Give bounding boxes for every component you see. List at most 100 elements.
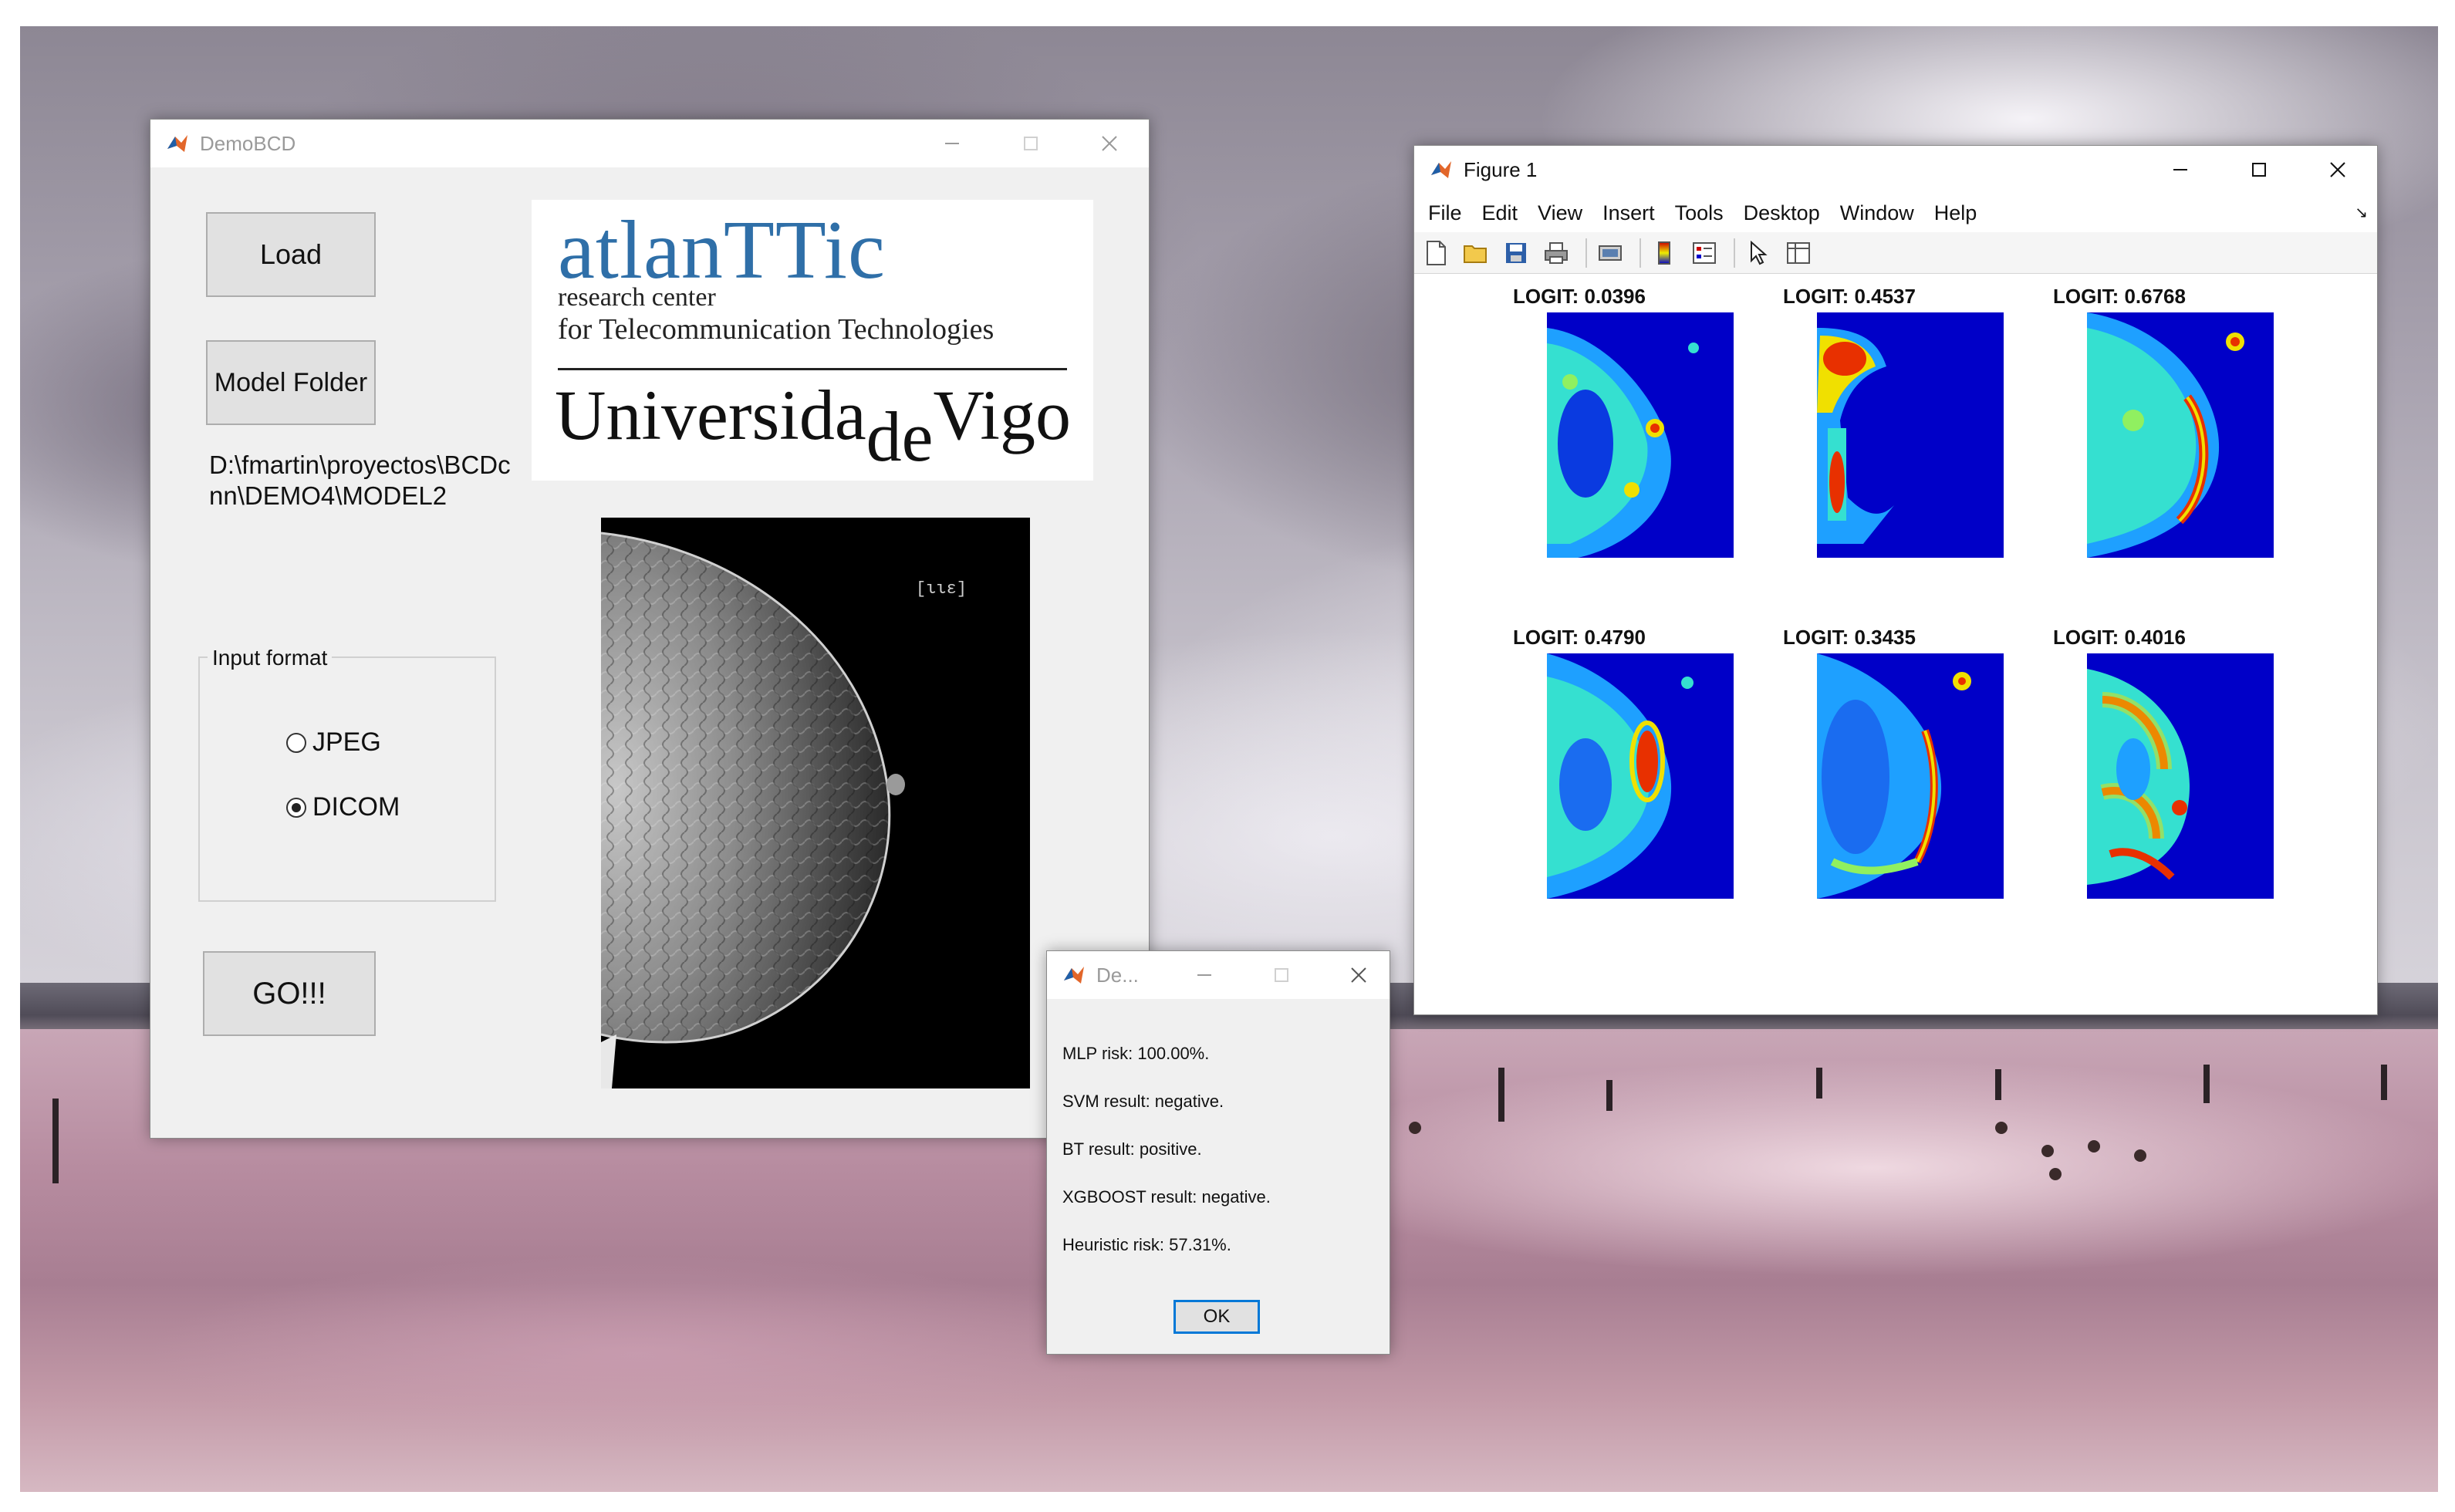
- figure-titlebar[interactable]: Figure 1: [1414, 146, 2377, 194]
- wallpaper-post: [1995, 1069, 2001, 1100]
- toolbar-separator: [1585, 238, 1587, 268]
- property-editor-icon[interactable]: [1781, 236, 1815, 270]
- heatmap-3: [2087, 312, 2274, 558]
- menu-tools[interactable]: Tools: [1675, 201, 1724, 225]
- input-format-legend: Input format: [208, 646, 333, 670]
- menu-file[interactable]: File: [1428, 201, 1462, 225]
- colorbar-icon[interactable]: [1647, 236, 1681, 270]
- mlp-risk-text: MLP risk: 100.00%.: [1062, 1044, 1210, 1063]
- wallpaper-post: [2381, 1065, 2387, 1100]
- menu-window[interactable]: Window: [1840, 201, 1914, 225]
- wallpaper-swimmer: [2134, 1149, 2146, 1162]
- save-icon[interactable]: [1499, 236, 1533, 270]
- minimize-button[interactable]: [1166, 951, 1243, 999]
- go-button[interactable]: GO!!!: [203, 951, 376, 1036]
- figure-menubar: File Edit View Insert Tools Desktop Wind…: [1414, 194, 2377, 232]
- logo-divider: [558, 368, 1067, 370]
- radio-circle[interactable]: [286, 732, 306, 753]
- logo-telecom: for Telecommunication Technologies: [558, 313, 994, 346]
- radio-jpeg[interactable]: JPEG: [286, 727, 381, 758]
- xgboost-result-text: XGBOOST result: negative.: [1062, 1187, 1271, 1207]
- wallpaper-post: [52, 1099, 59, 1183]
- matlab-icon: [1430, 158, 1453, 181]
- close-button[interactable]: [1070, 120, 1149, 167]
- figure-toolbar: [1414, 232, 2377, 274]
- heatmap-title: LOGIT: 0.0396: [1513, 285, 1646, 308]
- dialog-titlebar[interactable]: De...: [1047, 951, 1390, 999]
- window-title: DemoBCD: [200, 131, 296, 155]
- wallpaper-swimmer: [1409, 1122, 1421, 1134]
- heatmap-1: [1547, 312, 1734, 558]
- logo-uni-b: Vigo: [933, 376, 1071, 454]
- menu-help[interactable]: Help: [1934, 201, 1977, 225]
- matlab-icon: [166, 132, 189, 155]
- load-button[interactable]: Load: [206, 212, 376, 297]
- wallpaper-swimmer: [2041, 1145, 2054, 1157]
- toolbar-separator: [1639, 238, 1641, 268]
- results-dialog: De... MLP risk: 100.00%. SVM result: neg…: [1046, 950, 1390, 1355]
- minimize-button[interactable]: [913, 120, 991, 167]
- logo-university: UniversidadeVigo: [555, 374, 1071, 476]
- heatmap-6: [2087, 653, 2274, 899]
- wallpaper-post: [1498, 1068, 1504, 1122]
- close-button[interactable]: [1320, 951, 1397, 999]
- radio-circle-selected[interactable]: [286, 797, 306, 818]
- figure-canvas: LOGIT: 0.0396 LOGIT: 0.4537 LOGIT: 0.676…: [1414, 274, 2377, 1014]
- maximize-button[interactable]: [991, 120, 1070, 167]
- logo-uni-a: Universida: [555, 376, 866, 454]
- logo-research-center: research center: [558, 283, 716, 312]
- radio-dicom-label: DICOM: [312, 792, 400, 822]
- menu-insert[interactable]: Insert: [1602, 201, 1655, 225]
- wallpaper-swimmer: [1995, 1122, 2008, 1134]
- menu-edit[interactable]: Edit: [1482, 201, 1518, 225]
- screenshot: DemoBCD Load Model Folder D:\fmartin\pro…: [0, 0, 2455, 1512]
- pointer-icon[interactable]: [1741, 236, 1775, 270]
- heuristic-risk-text: Heuristic risk: 57.31%.: [1062, 1235, 1231, 1254]
- radio-jpeg-label: JPEG: [312, 727, 381, 757]
- wallpaper-post: [1606, 1080, 1612, 1111]
- maximize-button[interactable]: [2220, 146, 2298, 194]
- dialog-title: De...: [1096, 963, 1139, 987]
- wallpaper-swimmer: [2049, 1168, 2062, 1180]
- matlab-icon: [1062, 964, 1086, 987]
- new-figure-icon[interactable]: [1419, 236, 1453, 270]
- heatmap-5: [1817, 653, 2004, 899]
- mammogram-image: [ιιε]: [601, 518, 1030, 1088]
- atlanttic-logo: atlanTTic research center for Telecommun…: [532, 200, 1093, 481]
- open-file-icon[interactable]: [1459, 236, 1493, 270]
- mammogram-label: [ιιε]: [916, 579, 967, 599]
- dock-arrow-icon[interactable]: ↘: [2355, 203, 2368, 222]
- wallpaper-swimmer: [2088, 1140, 2100, 1153]
- logo-uni-de: de: [866, 397, 934, 476]
- model-path-text: D:\fmartin\proyectos\BCDcnn\DEMO4\MODEL2: [209, 451, 511, 510]
- demobcd-titlebar[interactable]: DemoBCD: [150, 120, 1149, 167]
- legend-icon[interactable]: [1687, 236, 1721, 270]
- window-title: Figure 1: [1464, 157, 1538, 181]
- heatmap-2: [1817, 312, 2004, 558]
- heatmap-title: LOGIT: 0.3435: [1783, 626, 1916, 649]
- heatmap-title: LOGIT: 0.6768: [2053, 285, 2186, 308]
- ok-button[interactable]: OK: [1173, 1300, 1260, 1334]
- print-icon[interactable]: [1539, 236, 1573, 270]
- menu-desktop[interactable]: Desktop: [1744, 201, 1820, 225]
- heatmap-title: LOGIT: 0.4537: [1783, 285, 1916, 308]
- close-button[interactable]: [2298, 146, 2377, 194]
- print-preview-icon[interactable]: [1593, 236, 1627, 270]
- wallpaper-post: [2203, 1065, 2210, 1103]
- model-folder-button[interactable]: Model Folder: [206, 340, 376, 425]
- menu-view[interactable]: View: [1538, 201, 1582, 225]
- input-format-group: Input format JPEG DICOM: [198, 646, 496, 902]
- maximize-button[interactable]: [1243, 951, 1320, 999]
- heatmap-title: LOGIT: 0.4016: [2053, 626, 2186, 649]
- toolbar-separator: [1734, 238, 1735, 268]
- figure-window: Figure 1 File Edit View Insert Tools Des…: [1413, 145, 2378, 1015]
- bt-result-text: BT result: positive.: [1062, 1139, 1202, 1159]
- heatmap-title: LOGIT: 0.4790: [1513, 626, 1646, 649]
- demobcd-window: DemoBCD Load Model Folder D:\fmartin\pro…: [150, 119, 1150, 1139]
- radio-dicom[interactable]: DICOM: [286, 792, 400, 822]
- mammogram-graphic: [601, 532, 905, 1088]
- wallpaper-post: [1816, 1068, 1822, 1099]
- svm-result-text: SVM result: negative.: [1062, 1092, 1224, 1111]
- minimize-button[interactable]: [2141, 146, 2220, 194]
- heatmap-4: [1547, 653, 1734, 899]
